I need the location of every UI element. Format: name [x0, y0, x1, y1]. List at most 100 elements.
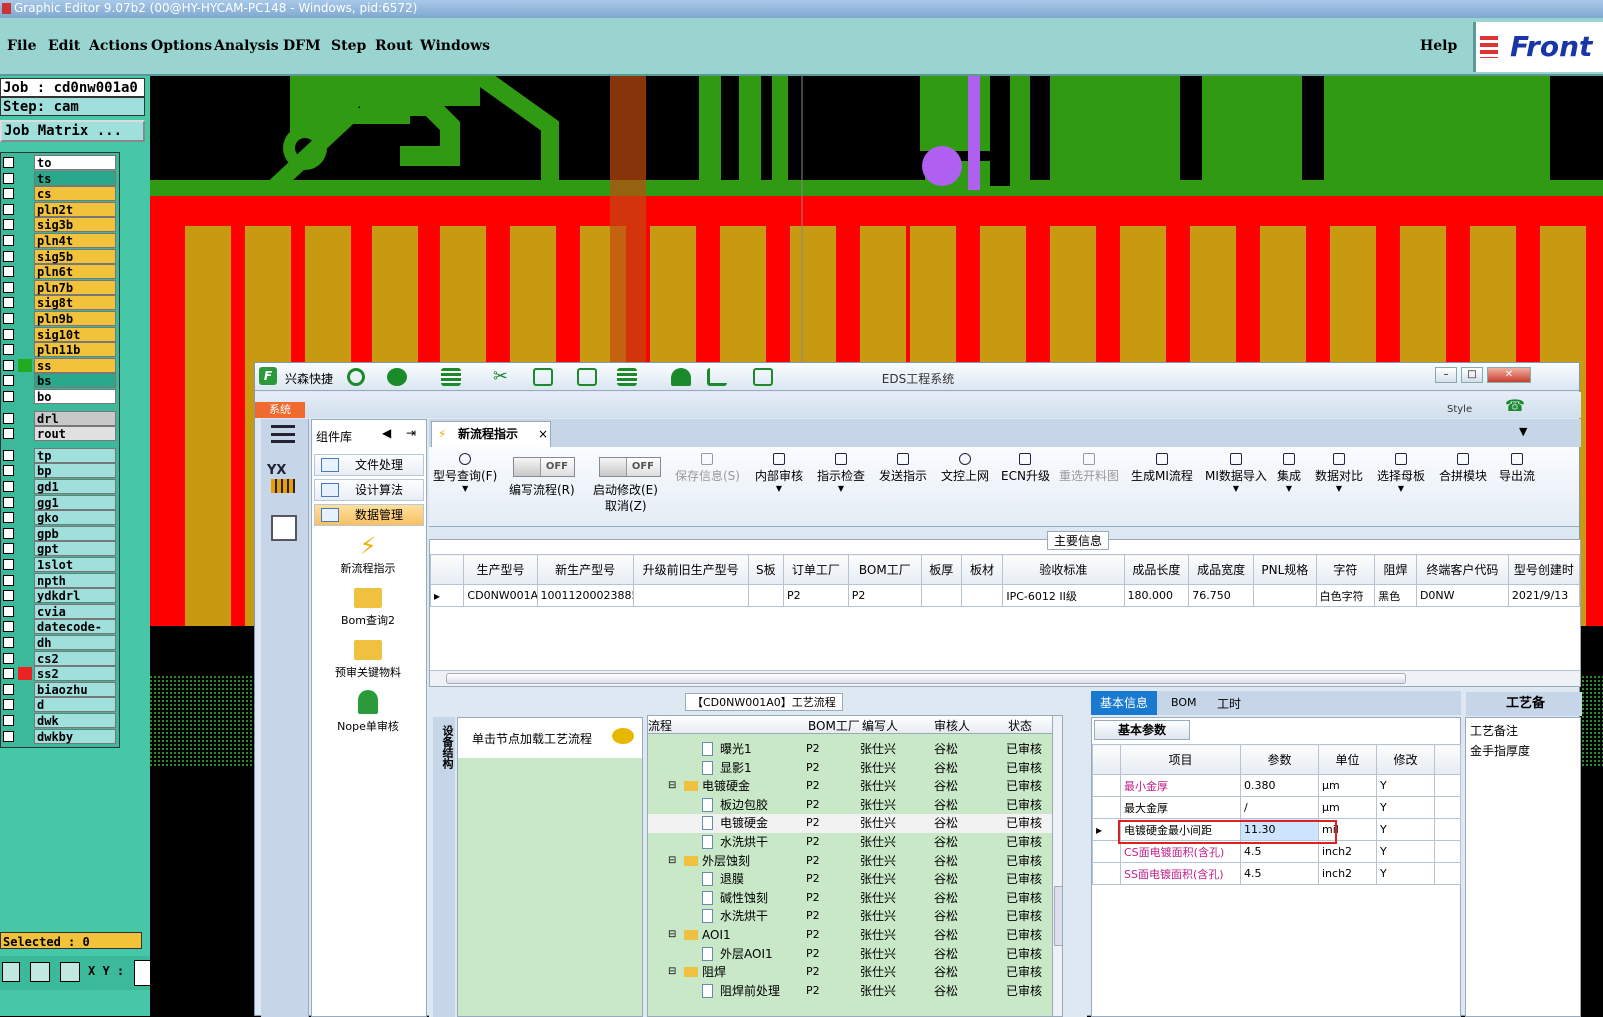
- menu-step[interactable]: Step: [331, 38, 366, 54]
- expand-icon[interactable]: ⊟: [668, 852, 676, 870]
- menu-help[interactable]: Help: [1420, 38, 1457, 54]
- tab-bom[interactable]: BOM: [1171, 696, 1197, 709]
- param-value[interactable]: 0.380: [1240, 774, 1319, 797]
- layer-row[interactable]: tp: [3, 447, 117, 463]
- menu-file[interactable]: File: [7, 38, 36, 54]
- layer-checkbox[interactable]: [3, 543, 14, 555]
- menu-actions[interactable]: Actions: [89, 38, 148, 54]
- layer-checkbox[interactable]: [3, 157, 14, 168]
- main-col-header[interactable]: 生产型号: [463, 554, 538, 585]
- layer-checkbox[interactable]: [3, 527, 14, 539]
- btn-generate-mi[interactable]: 生成MI流程: [1131, 453, 1193, 484]
- layer-checkbox[interactable]: [3, 250, 14, 262]
- layer-checkbox[interactable]: [3, 391, 14, 402]
- btn-integrate[interactable]: 集成 ▼: [1277, 453, 1301, 493]
- menu-analysis[interactable]: Analysis: [214, 38, 279, 54]
- menu-data-manage[interactable]: 数据管理: [314, 504, 424, 526]
- close-button[interactable]: ✕: [1487, 367, 1531, 383]
- layer-row[interactable]: gg1: [3, 494, 117, 510]
- main-cell[interactable]: 10011200023885: [536, 584, 634, 607]
- layer-checkbox[interactable]: [3, 281, 14, 293]
- main-col-header[interactable]: PNL规格: [1253, 554, 1317, 585]
- bom-query-item[interactable]: Bom查询2: [312, 588, 424, 628]
- main-cell[interactable]: P2: [847, 584, 922, 607]
- flow-row[interactable]: 外层AOI1 P2 张仕兴 谷松 已审核: [648, 945, 1062, 964]
- layer-row[interactable]: gd1: [3, 479, 117, 494]
- layer-checkbox[interactable]: [3, 699, 14, 711]
- layer-checkbox[interactable]: [3, 590, 14, 602]
- tab-basic-info[interactable]: 基本信息: [1091, 691, 1157, 715]
- btn-reselect-cutting[interactable]: 重选开料图: [1059, 453, 1119, 484]
- layer-row[interactable]: sig10t: [3, 326, 117, 342]
- layer-checkbox[interactable]: [3, 313, 14, 324]
- flow-row[interactable]: 电镀硬金 P2 张仕兴 谷松 已审核: [648, 814, 1062, 833]
- main-col-header[interactable]: 订单工厂: [783, 554, 849, 585]
- btn-start-edit[interactable]: 启动修改(E): [593, 481, 658, 498]
- nope-audit-item[interactable]: Nope单审核: [312, 690, 424, 734]
- yx-tool-icon[interactable]: YX: [267, 463, 301, 495]
- btn-write-flow[interactable]: 编写流程(R): [509, 481, 575, 498]
- expand-icon[interactable]: ⊟: [668, 777, 676, 795]
- layer-row[interactable]: npth: [3, 572, 117, 588]
- layer-row[interactable]: sig5b: [3, 248, 117, 264]
- main-col-header[interactable]: 板材: [960, 554, 1004, 585]
- main-col-header[interactable]: 板厚: [920, 554, 962, 585]
- main-cell[interactable]: [920, 584, 962, 607]
- layer-checkbox[interactable]: [3, 652, 14, 664]
- zoom-tool-icon[interactable]: [2, 962, 20, 982]
- layer-checkbox[interactable]: [3, 559, 14, 570]
- layer-row[interactable]: pln9b: [3, 311, 117, 326]
- flow-scroll-thumb[interactable]: [1054, 886, 1062, 946]
- layer-row[interactable]: biaozhu: [3, 681, 117, 697]
- layer-row[interactable]: pln7b: [3, 279, 117, 295]
- measure-tool-icon[interactable]: [30, 962, 50, 982]
- flow-row[interactable]: 显影1 P2 张仕兴 谷松 已审核: [648, 759, 1062, 778]
- layer-checkbox[interactable]: [3, 449, 14, 461]
- flow-row[interactable]: ⊟ 电镀硬金 P2 张仕兴 谷松 已审核: [648, 777, 1062, 796]
- param-value[interactable]: 4.5: [1240, 862, 1319, 885]
- menu-rout[interactable]: Rout: [375, 38, 413, 54]
- btn-send-instruction[interactable]: 发送指示: [879, 453, 927, 484]
- layer-row[interactable]: drl: [3, 410, 117, 426]
- layer-checkbox[interactable]: [3, 428, 14, 440]
- btn-instruction-check[interactable]: 指示检查 ▼: [817, 453, 865, 493]
- layer-row[interactable]: sig3b: [3, 217, 117, 233]
- flow-row[interactable]: 曝光1 P2 张仕兴 谷松 已审核: [648, 740, 1062, 759]
- layer-row[interactable]: pln4t: [3, 233, 117, 248]
- layer-row[interactable]: to: [3, 155, 117, 170]
- layer-checkbox[interactable]: [3, 621, 14, 633]
- collapse-left-icon[interactable]: ◀: [382, 426, 391, 440]
- main-cell[interactable]: CD0NW001A0: [463, 584, 538, 607]
- layer-row[interactable]: bp: [3, 463, 117, 479]
- main-col-header[interactable]: 阻焊: [1374, 554, 1417, 585]
- layer-row[interactable]: ts: [3, 170, 117, 186]
- layer-checkbox[interactable]: [3, 219, 14, 231]
- main-cell[interactable]: [960, 584, 1004, 607]
- layer-checkbox[interactable]: [3, 668, 14, 680]
- layer-checkbox[interactable]: [3, 730, 14, 742]
- menu-file-process[interactable]: 文件处理: [314, 454, 424, 476]
- param-row-selector[interactable]: [1092, 796, 1121, 819]
- main-cell[interactable]: [1253, 584, 1317, 607]
- param-value[interactable]: /: [1240, 796, 1319, 819]
- main-cell[interactable]: P2: [783, 584, 849, 607]
- main-col-header[interactable]: 成品宽度: [1188, 554, 1254, 585]
- layer-row[interactable]: pln6t: [3, 264, 117, 280]
- btn-internal-audit[interactable]: 内部审核 ▼: [755, 453, 803, 493]
- layer-row[interactable]: cs2: [3, 650, 117, 666]
- flow-row[interactable]: 水洗烘干 P2 张仕兴 谷松 已审核: [648, 907, 1062, 926]
- flow-vertical-scrollbar[interactable]: [1052, 716, 1062, 1016]
- layer-row[interactable]: ss: [3, 357, 117, 373]
- flow-row[interactable]: 阻焊前处理 P2 张仕兴 谷松 已审核: [648, 982, 1062, 1001]
- row-selector[interactable]: ▸: [429, 584, 465, 607]
- layer-checkbox[interactable]: [3, 344, 14, 356]
- close-tab-icon[interactable]: ×: [538, 422, 548, 446]
- layer-checkbox[interactable]: [3, 605, 14, 617]
- layer-row[interactable]: 1slot: [3, 557, 117, 572]
- main-col-header[interactable]: 升级前旧生产型号: [632, 554, 749, 585]
- login-icon[interactable]: ⇥: [406, 426, 416, 440]
- menu-edit[interactable]: Edit: [48, 38, 80, 54]
- layer-checkbox[interactable]: [3, 574, 14, 586]
- btn-ecn-upgrade[interactable]: ECN升级: [1001, 453, 1050, 484]
- layer-checkbox[interactable]: [3, 266, 14, 278]
